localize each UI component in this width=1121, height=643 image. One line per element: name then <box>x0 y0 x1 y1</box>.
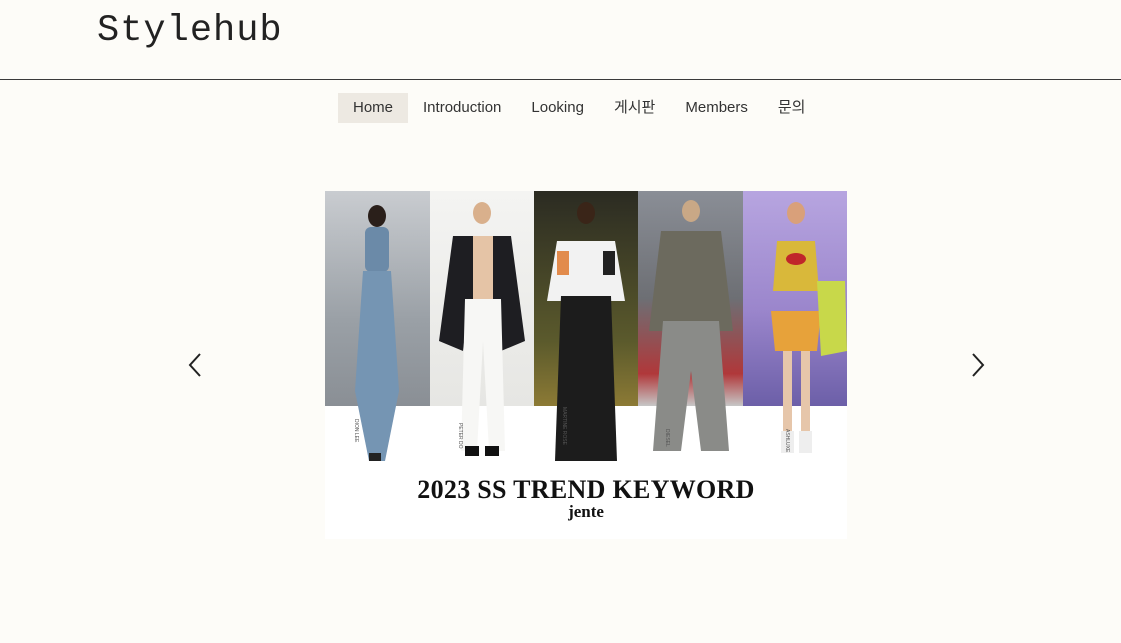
chevron-left-icon[interactable] <box>186 350 206 380</box>
nav-item-board[interactable]: 게시판 <box>599 93 670 123</box>
nav-item-home[interactable]: Home <box>338 93 409 123</box>
designer-tag-5: ASHLUXE <box>784 429 790 453</box>
slide-title: 2023 SS TREND KEYWORD <box>417 475 755 504</box>
nav-item-introduction[interactable]: Introduction <box>408 93 516 123</box>
designer-tag-1: DION LEE <box>353 419 359 443</box>
designer-tag-3: MARTINE ROSE <box>561 407 567 445</box>
hero-slideshow[interactable]: DION LEE PETER DO MARTINE ROSE DIESEL AS… <box>325 191 847 539</box>
runway-models-illustration <box>355 200 847 461</box>
designer-tag-2: PETER DO <box>457 423 463 449</box>
site-header: Stylehub <box>0 0 1121 80</box>
slide-brand: jente <box>568 502 604 521</box>
site-logo[interactable]: Stylehub <box>97 10 283 52</box>
nav-item-contact[interactable]: 문의 <box>763 93 821 123</box>
main-nav: Home Introduction Looking 게시판 Members 문의 <box>338 93 820 123</box>
designer-tag-4: DIESEL <box>664 429 670 447</box>
nav-item-members[interactable]: Members <box>670 93 763 123</box>
nav-item-looking[interactable]: Looking <box>516 93 599 123</box>
chevron-right-icon[interactable] <box>967 350 987 380</box>
